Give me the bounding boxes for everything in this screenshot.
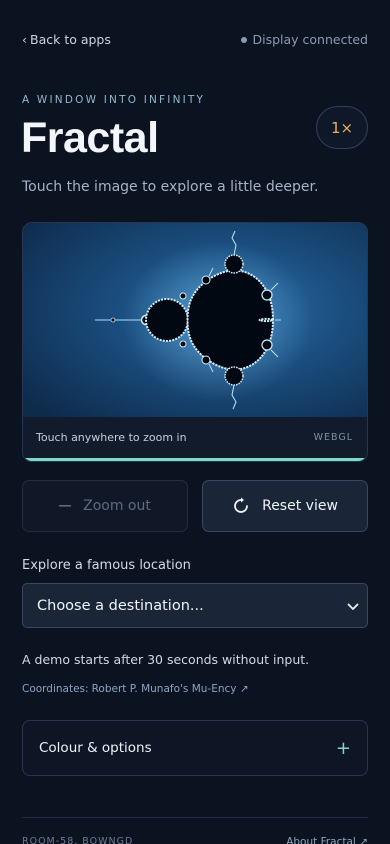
renderer-badge: WEBGL	[313, 431, 353, 443]
reset-view-label: Reset view	[262, 498, 338, 514]
colour-options-toggle[interactable]: Colour & options +	[22, 720, 368, 776]
coordinates-credit: Coordinates: Robert P. Munafo's Mu-Ency …	[22, 683, 249, 695]
minus-icon	[59, 505, 72, 507]
page-title: Fractal	[21, 114, 159, 162]
idle-progress-bar	[23, 458, 367, 461]
zoom-out-label: Zoom out	[83, 498, 151, 514]
display-status: Display connected	[241, 32, 368, 47]
viewer-hint: Touch anywhere to zoom in	[36, 430, 187, 444]
eyebrow-text: A WINDOW INTO INFINITY	[22, 94, 206, 106]
back-to-apps-link[interactable]: ‹ Back to apps	[22, 32, 111, 47]
plus-icon: +	[335, 737, 351, 759]
reset-icon	[232, 497, 250, 515]
idle-progress-fill	[23, 458, 367, 461]
zoom-out-button[interactable]: Zoom out	[22, 480, 188, 532]
zoom-level-badge: 1×	[316, 106, 368, 149]
fractal-canvas[interactable]	[23, 223, 368, 417]
page-subtitle: Touch the image to explore a little deep…	[22, 179, 319, 195]
status-label: Display connected	[252, 32, 368, 47]
page-footer: ROOM-58, BOWNGD About Fractal ↗	[22, 836, 368, 844]
mu-ency-link[interactable]: Robert P. Munafo's Mu-Ency ↗	[92, 683, 249, 695]
credits-prefix: Coordinates:	[22, 683, 89, 695]
demo-note: A demo starts after 30 seconds without i…	[22, 652, 310, 667]
chevron-left-icon: ‹	[22, 32, 27, 47]
status-dot-icon	[241, 36, 248, 43]
chevron-down-icon	[347, 596, 359, 615]
colour-options-label: Colour & options	[39, 740, 152, 756]
fractal-viewer[interactable]: Touch anywhere to zoom in WEBGL	[22, 222, 368, 462]
destination-selected-value: Choose a destination...	[37, 597, 204, 614]
back-label: Back to apps	[30, 32, 111, 47]
footer-divider	[22, 817, 368, 818]
footer-left-text: ROOM-58, BOWNGD	[22, 836, 134, 844]
reset-view-button[interactable]: Reset view	[202, 480, 368, 532]
location-label: Explore a famous location	[22, 558, 191, 573]
destination-select[interactable]: Choose a destination...	[22, 583, 368, 628]
top-bar: ‹ Back to apps Display connected	[22, 32, 368, 47]
about-fractal-link[interactable]: About Fractal ↗	[286, 836, 368, 844]
viewer-footer: Touch anywhere to zoom in WEBGL	[23, 417, 367, 461]
